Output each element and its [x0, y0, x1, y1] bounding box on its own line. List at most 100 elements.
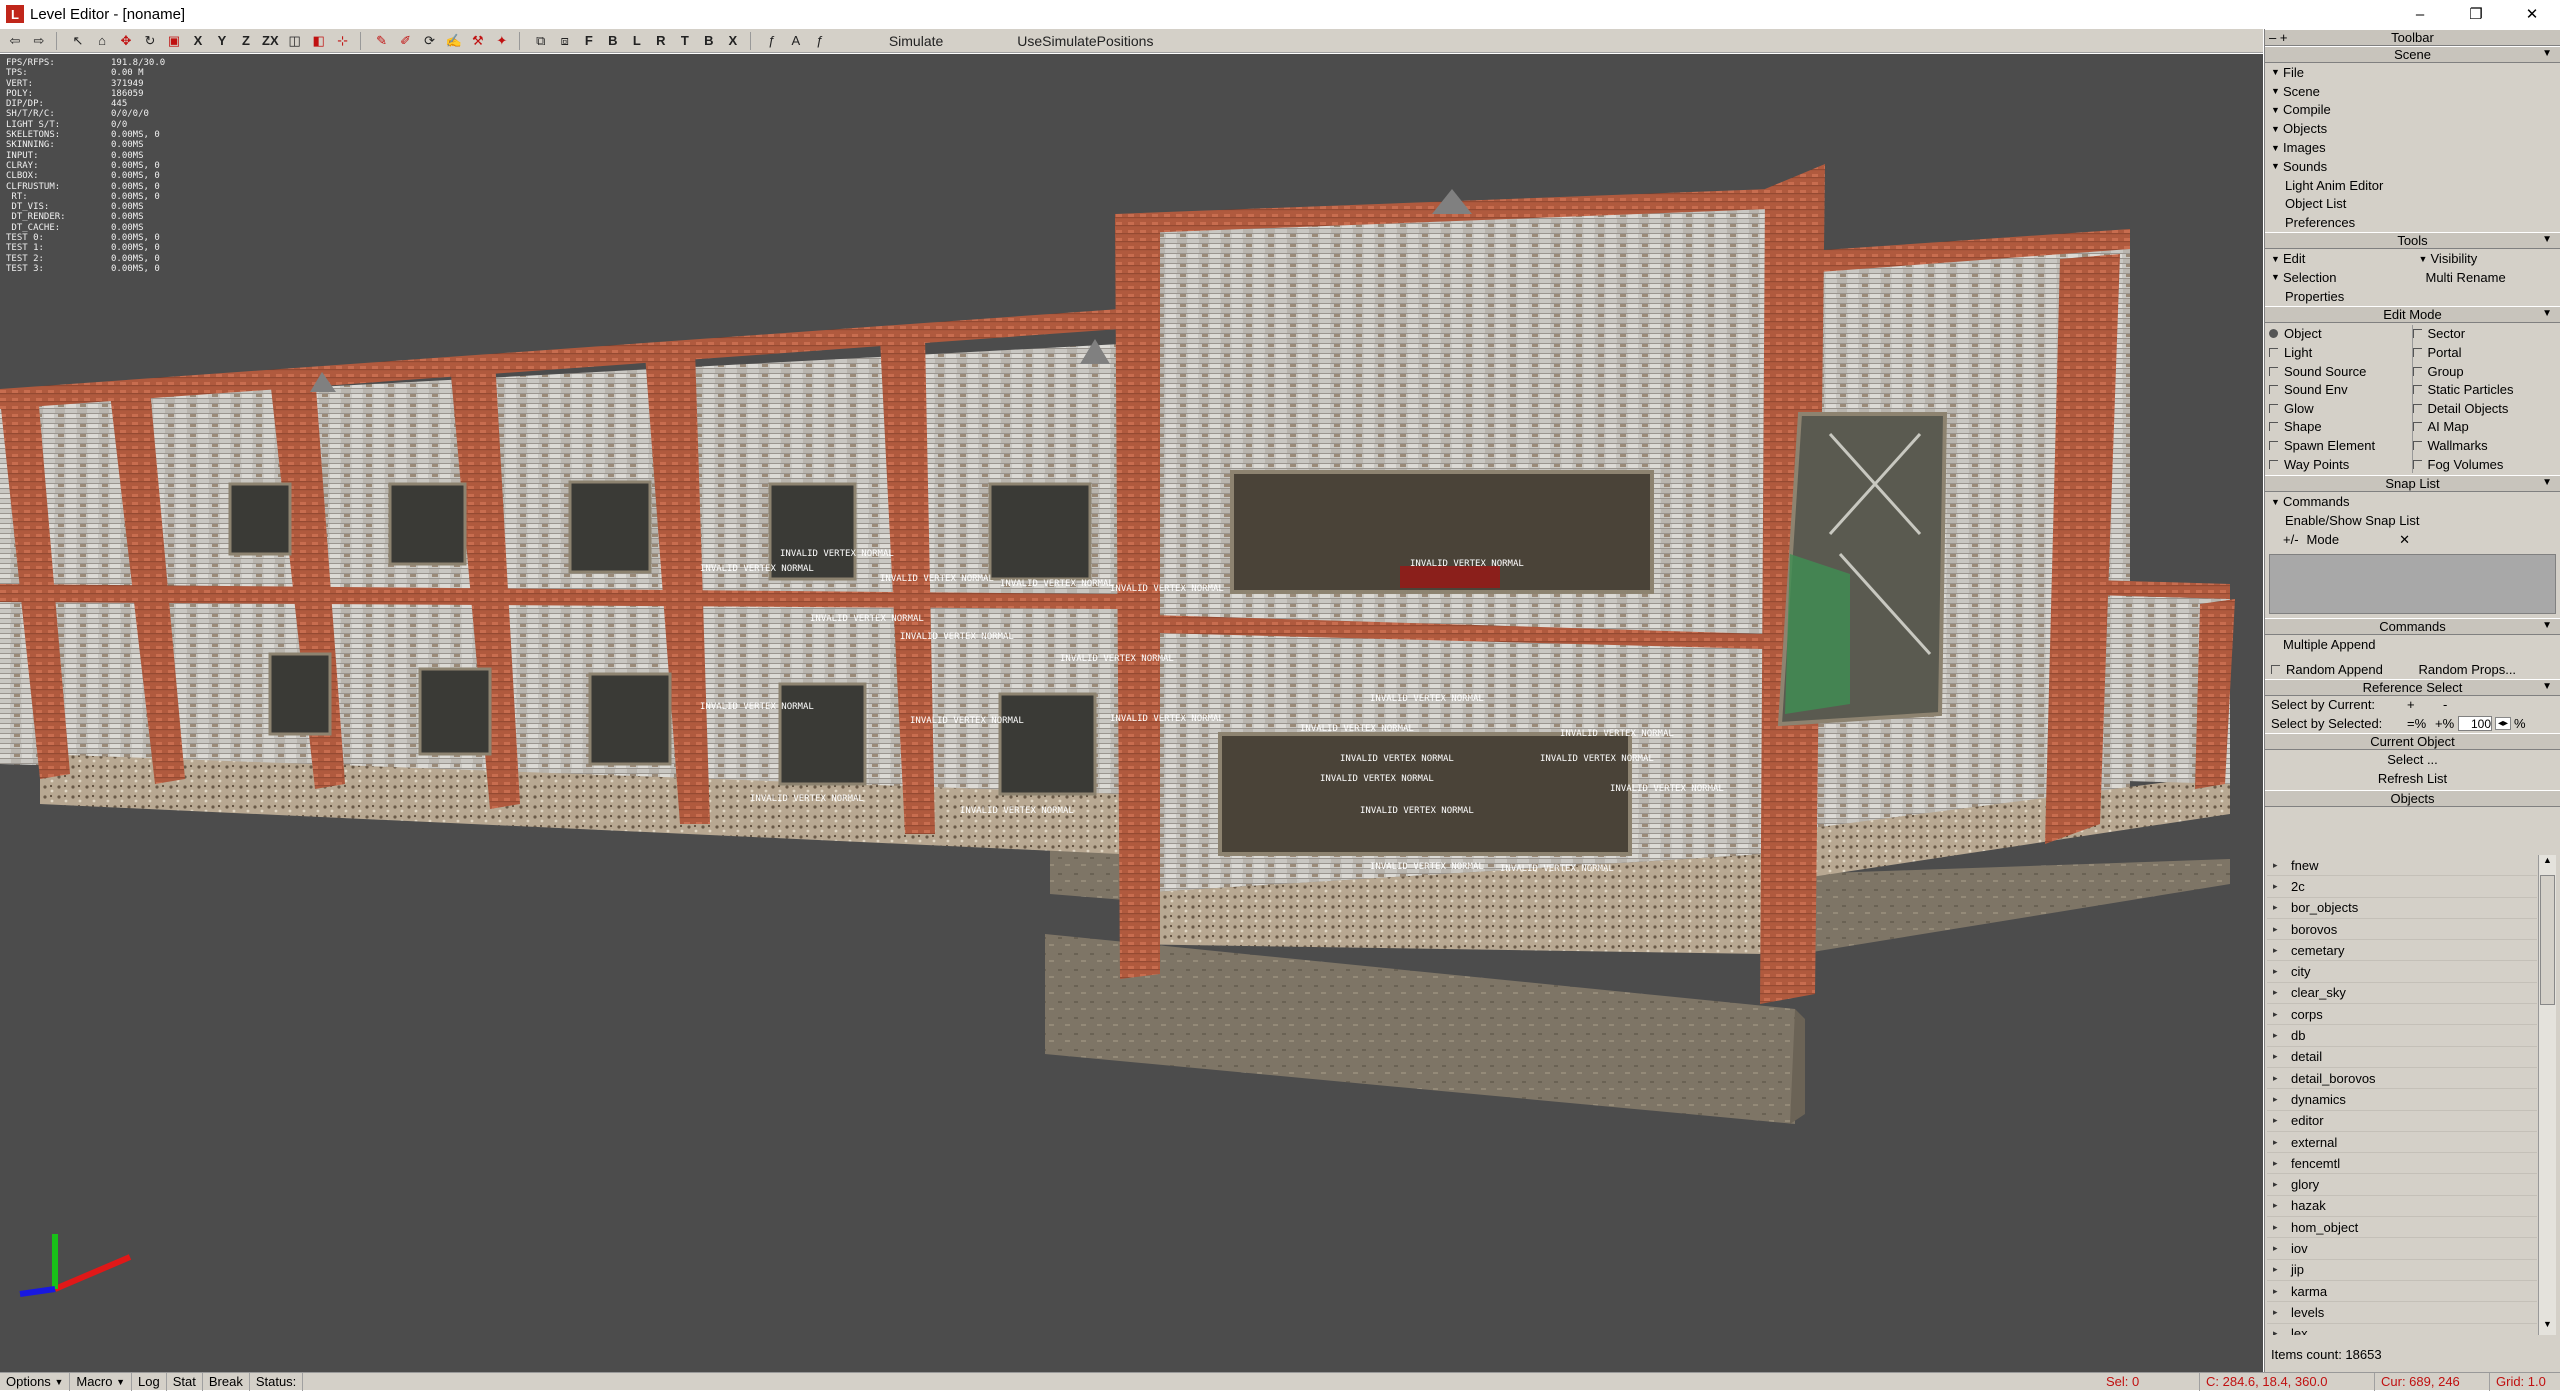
expand-arrow-icon[interactable]: ▸	[2273, 881, 2291, 892]
expand-arrow-icon[interactable]: ▸	[2273, 1222, 2291, 1233]
select-current-minus-button[interactable]: -	[2443, 697, 2447, 712]
csg-icon[interactable]: ◫	[284, 30, 306, 52]
random-append-checkbox[interactable]: Random Append	[2265, 660, 2413, 679]
object-folder-item[interactable]: ▸hom_object	[2267, 1217, 2537, 1238]
edit-mode-option[interactable]: Portal	[2413, 343, 2557, 362]
object-folder-item[interactable]: ▸dynamics	[2267, 1089, 2537, 1110]
enable-snap-list-item[interactable]: Enable/Show Snap List	[2265, 511, 2560, 530]
tools-selection-item[interactable]: ▼Selection	[2265, 268, 2406, 287]
object-folder-item[interactable]: ▸external	[2267, 1132, 2537, 1153]
zoom-extents-icon[interactable]: ⧉	[530, 30, 552, 52]
log-button[interactable]: Log	[132, 1373, 167, 1391]
edit-mode-option[interactable]: Fog Volumes	[2413, 455, 2557, 474]
view-back-button[interactable]: B	[602, 30, 624, 52]
edit-mode-option[interactable]: Way Points	[2269, 455, 2413, 474]
expand-arrow-icon[interactable]: ▸	[2273, 1200, 2291, 1211]
objects-scrollbar[interactable]: ▲ ▼	[2538, 855, 2556, 1335]
expand-arrow-icon[interactable]: ▸	[2273, 987, 2291, 998]
object-folder-item[interactable]: ▸karma	[2267, 1281, 2537, 1302]
expand-arrow-icon[interactable]: ▸	[2273, 966, 2291, 977]
object-folder-item[interactable]: ▸clear_sky	[2267, 983, 2537, 1004]
snap-mode-close-icon[interactable]: ✕	[2399, 532, 2410, 548]
object-folder-item[interactable]: ▸editor	[2267, 1111, 2537, 1132]
snap-list-box[interactable]	[2269, 554, 2556, 614]
edit-mode-option[interactable]: Group	[2413, 362, 2557, 381]
view-right-button[interactable]: R	[650, 30, 672, 52]
edit-mode-option[interactable]: Spawn Element	[2269, 436, 2413, 455]
object-folder-item[interactable]: ▸db	[2267, 1025, 2537, 1046]
edit-mode-section-header[interactable]: Edit Mode ▼	[2265, 306, 2560, 323]
object-folder-item[interactable]: ▸corps	[2267, 1004, 2537, 1025]
scene-section-header[interactable]: Scene ▼	[2265, 46, 2560, 63]
object-folder-item[interactable]: ▸fencemtl	[2267, 1153, 2537, 1174]
simulate-button[interactable]: Simulate	[873, 30, 959, 52]
scene-item-objects[interactable]: ▼Objects	[2265, 119, 2560, 138]
snap-scale-icon[interactable]: ⚒	[467, 30, 489, 52]
object-folder-item[interactable]: ▸detail_borovos	[2267, 1068, 2537, 1089]
object-folder-item[interactable]: ▸detail	[2267, 1047, 2537, 1068]
undo-icon[interactable]: ⇦	[4, 30, 26, 52]
object-list-item[interactable]: Object List	[2265, 195, 2560, 214]
expand-arrow-icon[interactable]: ▸	[2273, 1243, 2291, 1254]
expand-arrow-icon[interactable]: ▸	[2273, 1009, 2291, 1020]
expand-arrow-icon[interactable]: ▸	[2273, 1073, 2291, 1084]
fx-icon[interactable]: ƒ	[761, 30, 783, 52]
snap-grid-icon[interactable]: ⊹	[332, 30, 354, 52]
edit-mode-option[interactable]: Light	[2269, 343, 2413, 362]
edit-mode-option[interactable]: Glow	[2269, 399, 2413, 418]
redo-icon[interactable]: ⇨	[28, 30, 50, 52]
expand-arrow-icon[interactable]: ▸	[2273, 1307, 2291, 1318]
edit-mode-option[interactable]: Sound Env	[2269, 380, 2413, 399]
snap-rotate-icon[interactable]: ⟳	[419, 30, 441, 52]
collapse-arrow-icon[interactable]: ▼	[2542, 48, 2552, 59]
fill-icon[interactable]: A	[785, 30, 807, 52]
object-folder-item[interactable]: ▸2c	[2267, 876, 2537, 897]
objects-tree[interactable]: ▸fnew▸2c▸bor_objects▸borovos▸cemetary▸ci…	[2267, 855, 2537, 1335]
object-folder-item[interactable]: ▸bor_objects	[2267, 898, 2537, 919]
minimize-button[interactable]: –	[2392, 0, 2448, 28]
snap-commands-item[interactable]: ▼Commands	[2265, 492, 2560, 511]
scroll-up-icon[interactable]: ▲	[2540, 855, 2555, 871]
options-menu-button[interactable]: Options ▼	[0, 1373, 70, 1391]
use-simulate-positions-button[interactable]: UseSimulatePositions	[1001, 30, 1169, 52]
close-button[interactable]: ✕	[2504, 0, 2560, 28]
select-current-plus-button[interactable]: +	[2407, 697, 2443, 712]
camera-icon[interactable]: ⌂	[91, 30, 113, 52]
axis-x-button[interactable]: X	[187, 30, 209, 52]
axis-zx-button[interactable]: ZX	[259, 30, 282, 52]
break-button[interactable]: Break	[203, 1373, 250, 1391]
snap-move-icon[interactable]: ✍	[443, 30, 465, 52]
zoom-selected-icon[interactable]: ⧈	[554, 30, 576, 52]
object-folder-item[interactable]: ▸levels	[2267, 1302, 2537, 1323]
edit-mode-option[interactable]: Sound Source	[2269, 362, 2413, 381]
tools-visibility-item[interactable]: ▼Visibility	[2413, 249, 2560, 268]
edit-mode-option[interactable]: Static Particles	[2413, 380, 2557, 399]
view-left-button[interactable]: L	[626, 30, 648, 52]
select-percent-input[interactable]	[2458, 716, 2492, 731]
expand-arrow-icon[interactable]: ▸	[2273, 945, 2291, 956]
commands-section-header[interactable]: Commands ▼	[2265, 618, 2560, 635]
tools-multi-rename-item[interactable]: Multi Rename	[2406, 268, 2560, 287]
edit-mode-option[interactable]: Sector	[2413, 325, 2557, 344]
scene-item-sounds[interactable]: ▼Sounds	[2265, 157, 2560, 176]
rotate-icon[interactable]: ↻	[139, 30, 161, 52]
edit-mode-option[interactable]: Object	[2269, 325, 2413, 344]
edit-mode-option[interactable]: Wallmarks	[2413, 436, 2557, 455]
object-folder-item[interactable]: ▸lex	[2267, 1324, 2537, 1335]
expand-arrow-icon[interactable]: ▸	[2273, 1030, 2291, 1041]
tools-section-header[interactable]: Tools ▼	[2265, 232, 2560, 249]
object-folder-item[interactable]: ▸jip	[2267, 1260, 2537, 1281]
snap-mode-toggle[interactable]: +/-	[2283, 532, 2299, 547]
scene-item-scene[interactable]: ▼Scene	[2265, 82, 2560, 101]
3d-viewport[interactable]: FPS/RFPS:191.8/30.0TPS:0.00 MVERT:371949…	[0, 54, 2263, 1372]
panel-collapse-controls[interactable]: – +	[2269, 30, 2287, 45]
random-props-button[interactable]: Random Props...	[2413, 660, 2560, 679]
wire-icon[interactable]: ƒ	[809, 30, 831, 52]
select-selected-eq-button[interactable]: =%	[2407, 716, 2435, 731]
edit-mode-option[interactable]: Shape	[2269, 418, 2413, 437]
scene-item-file[interactable]: ▼File	[2265, 63, 2560, 82]
scale-icon[interactable]: ▣	[163, 30, 185, 52]
view-top-button[interactable]: T	[674, 30, 696, 52]
object-folder-item[interactable]: ▸fnew	[2267, 855, 2537, 876]
multiple-append-button[interactable]: Multiple Append	[2265, 635, 2560, 654]
